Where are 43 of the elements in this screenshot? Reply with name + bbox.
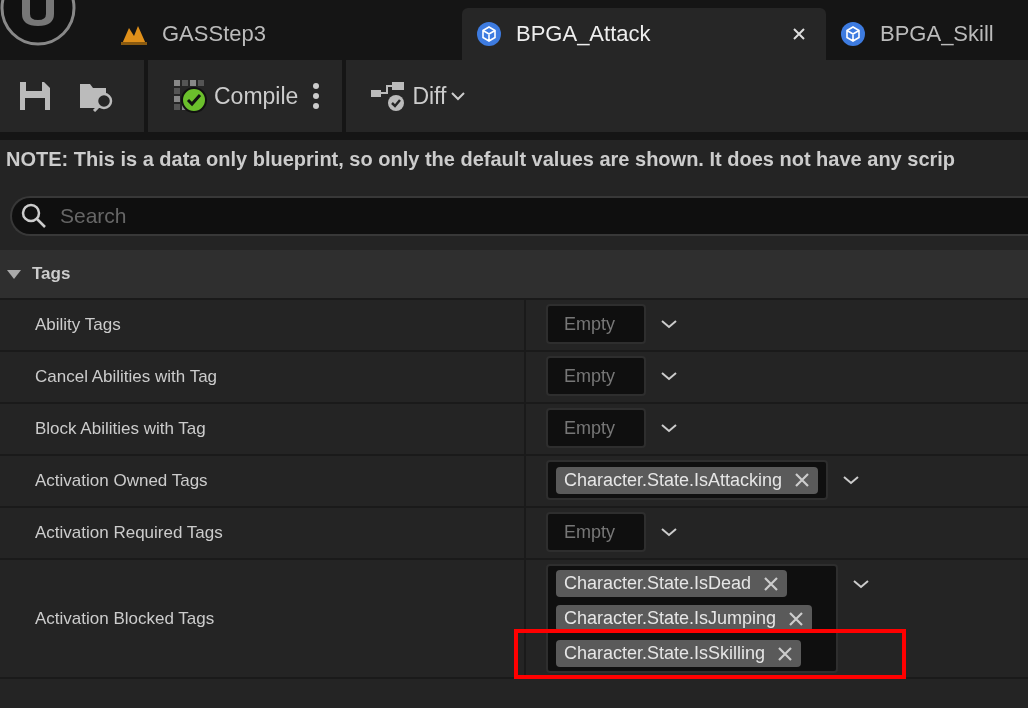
dropdown-caret-icon[interactable]: [842, 475, 861, 485]
remove-icon[interactable]: [788, 610, 805, 627]
cube-icon: [840, 21, 866, 47]
save-icon[interactable]: [18, 80, 52, 112]
search-icon: [20, 202, 48, 230]
remove-icon[interactable]: [763, 575, 780, 592]
expand-arrow-icon: [6, 268, 22, 280]
note-text: NOTE: This is a data only blueprint, so only the default values are shown. It does not have any scrip: [5, 147, 957, 172]
property-label: Ability Tags: [35, 315, 121, 335]
tag-container-field[interactable]: Character.State.IsDead Character.State.IsJumping Character.State.IsSkilling: [546, 564, 838, 673]
close-icon[interactable]: [792, 27, 806, 41]
remove-icon[interactable]: [777, 645, 794, 662]
property-label: Cancel Abilities with Tag: [35, 367, 218, 387]
compile-button[interactable]: Compile: [172, 78, 299, 114]
tag-chip: Character.State.IsSkilling: [556, 640, 802, 667]
caret-icon: [450, 91, 467, 101]
property-label: Activation Required Tags: [35, 523, 223, 543]
tag-chip: Character.State.IsDead: [556, 570, 788, 597]
search-field[interactable]: Search: [10, 196, 1028, 236]
compile-status-icon: [172, 78, 210, 114]
property-label: Activation Blocked Tags: [35, 608, 215, 629]
category-header[interactable]: Tags: [0, 250, 1028, 300]
editor-tab[interactable]: BPGA_Attack: [462, 8, 826, 60]
cube-icon: [476, 21, 502, 47]
diff-button[interactable]: Diff: [370, 80, 467, 112]
property-label: Block Abilities with Tag: [35, 419, 206, 439]
logo-icon[interactable]: [0, 0, 76, 46]
dropdown-caret-icon[interactable]: [660, 423, 678, 433]
tag-chip: Character.State.IsAttacking: [556, 466, 819, 494]
property-label: Activation Owned Tags: [35, 471, 208, 491]
more-options-icon[interactable]: [312, 82, 321, 110]
dropdown-caret-icon[interactable]: [660, 319, 678, 329]
editor-tab[interactable]: BPGA_Skill: [826, 8, 1016, 60]
dropdown-caret-icon[interactable]: [660, 527, 678, 537]
tag-container-field[interactable]: Empty: [546, 304, 646, 344]
remove-icon[interactable]: [794, 472, 811, 488]
tag-container-field[interactable]: Empty: [546, 408, 646, 448]
editor-tab[interactable]: GASStep3: [106, 8, 462, 60]
dropdown-caret-icon[interactable]: [852, 579, 870, 589]
tag-container-field[interactable]: Empty: [546, 356, 646, 396]
tag-container-field[interactable]: Empty: [546, 512, 646, 552]
tag-container-field[interactable]: Character.State.IsAttacking: [546, 460, 829, 500]
dropdown-caret-icon[interactable]: [660, 371, 678, 381]
